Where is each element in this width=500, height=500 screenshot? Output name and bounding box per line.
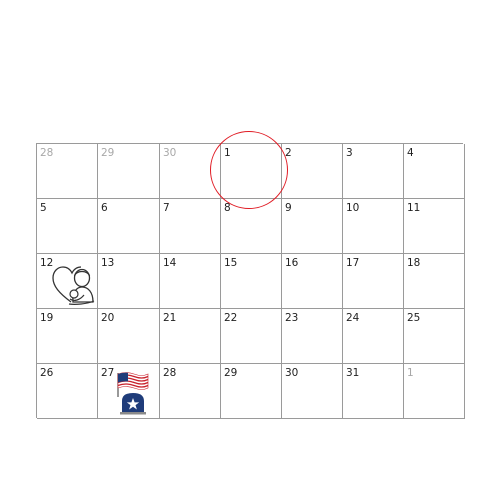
- day-cell[interactable]: 13: [98, 254, 160, 309]
- day-number: 19: [40, 312, 54, 324]
- day-number: 30: [285, 367, 299, 379]
- day-number: 11: [407, 202, 421, 214]
- day-cell[interactable]: 24: [343, 309, 404, 364]
- day-cell[interactable]: 6: [98, 199, 160, 254]
- day-number: 21: [163, 312, 177, 324]
- day-cell[interactable]: 31: [343, 364, 404, 419]
- day-number: 22: [224, 312, 238, 324]
- day-cell[interactable]: 17: [343, 254, 404, 309]
- mothers-day-icon: [51, 262, 97, 306]
- day-cell[interactable]: 10: [343, 199, 404, 254]
- day-cell[interactable]: 12: [37, 254, 98, 309]
- day-number: 29: [224, 367, 238, 379]
- day-number: 13: [101, 257, 115, 269]
- day-number: 23: [285, 312, 299, 324]
- day-cell[interactable]: 11: [404, 199, 465, 254]
- day-cell[interactable]: 27: [98, 364, 160, 419]
- memorial-day-flag-icon: [116, 371, 150, 415]
- day-cell[interactable]: 8: [221, 199, 282, 254]
- day-cell[interactable]: 7: [160, 199, 221, 254]
- day-number: 30: [163, 147, 177, 159]
- day-cell[interactable]: 19: [37, 309, 98, 364]
- day-cell[interactable]: 4: [404, 144, 465, 199]
- day-cell[interactable]: 1: [404, 364, 465, 419]
- day-cell[interactable]: 22: [221, 309, 282, 364]
- day-number: 14: [163, 257, 177, 269]
- day-cell[interactable]: 30: [160, 144, 221, 199]
- month-calendar-grid: 28 29 30 1 2 3 4 5 6 7 8 9 10 11 12 13 1…: [36, 143, 465, 419]
- day-cell[interactable]: 2: [282, 144, 343, 199]
- day-number: 25: [407, 312, 421, 324]
- day-cell[interactable]: 3: [343, 144, 404, 199]
- day-cell[interactable]: 15: [221, 254, 282, 309]
- day-cell[interactable]: 18: [404, 254, 465, 309]
- day-cell[interactable]: 21: [160, 309, 221, 364]
- day-number: 6: [101, 202, 108, 214]
- day-number: 28: [163, 367, 177, 379]
- day-cell[interactable]: 28: [37, 144, 98, 199]
- day-number: 1: [224, 147, 231, 159]
- day-number: 20: [101, 312, 115, 324]
- day-cell[interactable]: 25: [404, 309, 465, 364]
- day-cell[interactable]: 26: [37, 364, 98, 419]
- day-cell[interactable]: 23: [282, 309, 343, 364]
- day-cell[interactable]: 29: [98, 144, 160, 199]
- day-cell[interactable]: 9: [282, 199, 343, 254]
- day-number: 17: [346, 257, 360, 269]
- day-number: 15: [224, 257, 238, 269]
- day-cell[interactable]: 16: [282, 254, 343, 309]
- day-number: 16: [285, 257, 299, 269]
- day-number: 7: [163, 202, 170, 214]
- day-cell[interactable]: 30: [282, 364, 343, 419]
- day-number: 9: [285, 202, 292, 214]
- day-cell[interactable]: 5: [37, 199, 98, 254]
- day-cell[interactable]: 28: [160, 364, 221, 419]
- day-number: 18: [407, 257, 421, 269]
- day-number: 2: [285, 147, 292, 159]
- day-number: 31: [346, 367, 360, 379]
- day-number: 29: [101, 147, 115, 159]
- day-number: 1: [407, 367, 414, 379]
- day-cell[interactable]: 29: [221, 364, 282, 419]
- day-number: 26: [40, 367, 54, 379]
- day-cell[interactable]: 20: [98, 309, 160, 364]
- day-cell[interactable]: 1: [221, 144, 282, 199]
- day-number: 10: [346, 202, 360, 214]
- day-number: 5: [40, 202, 47, 214]
- day-number: 24: [346, 312, 360, 324]
- day-number: 8: [224, 202, 231, 214]
- day-cell[interactable]: 14: [160, 254, 221, 309]
- day-number: 3: [346, 147, 353, 159]
- day-number: 27: [101, 367, 115, 379]
- day-number: 28: [40, 147, 54, 159]
- day-number: 4: [407, 147, 414, 159]
